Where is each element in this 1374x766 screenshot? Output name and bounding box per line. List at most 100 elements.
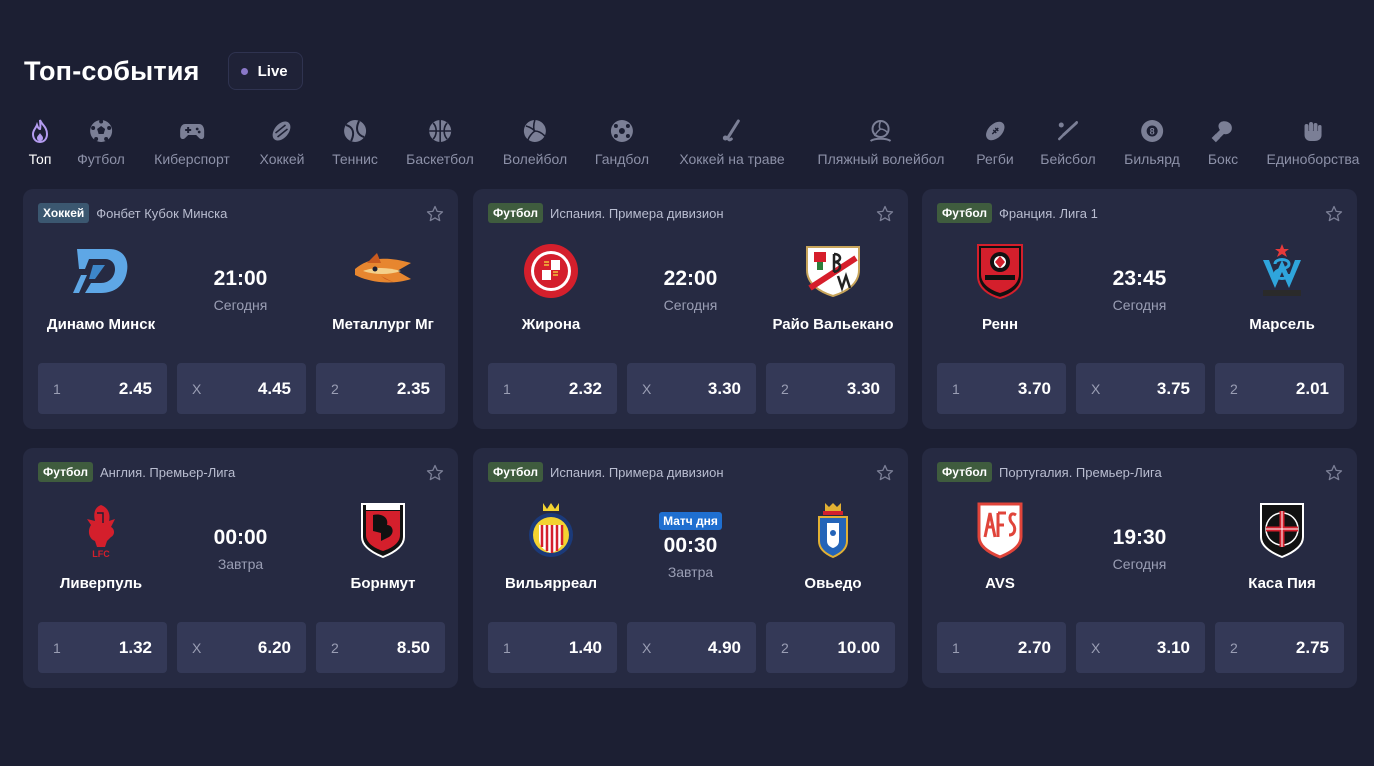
event-card[interactable]: Хоккей Фонбет Кубок Минска Динамо Минск …	[23, 189, 458, 429]
odd-draw-button[interactable]: X 3.30	[627, 363, 756, 414]
away-team[interactable]: Овьедо	[753, 500, 913, 592]
bournemouth-logo	[353, 500, 413, 560]
star-icon[interactable]	[1325, 205, 1343, 223]
league-name: Испания. Примера дивизион	[550, 464, 724, 480]
handball-icon	[609, 118, 635, 144]
odds-row: 1 2.32 X 3.30 2 3.30	[488, 363, 895, 414]
tab-boxing[interactable]: Бокс	[1208, 118, 1238, 167]
odd-label: 2	[1230, 380, 1238, 397]
tab-top[interactable]: Топ	[27, 118, 53, 167]
star-icon[interactable]	[1325, 464, 1343, 482]
odd-away-button[interactable]: 2 8.50	[316, 622, 445, 673]
odds-row: 1 1.32 X 6.20 2 8.50	[38, 622, 445, 673]
tab-field-hockey[interactable]: Хоккей на траве	[679, 118, 785, 167]
tab-label: Бильярд	[1124, 151, 1180, 167]
tab-volleyball[interactable]: Волейбол	[503, 118, 567, 167]
flame-icon	[27, 118, 53, 144]
team-name: Динамо Минск	[46, 316, 156, 333]
away-team[interactable]: Борнмут	[303, 500, 463, 592]
odd-label: X	[192, 639, 202, 656]
billiard-ball-icon: 8	[1139, 118, 1165, 144]
odd-draw-button[interactable]: X 4.45	[177, 363, 306, 414]
match-of-day-badge: Матч дня	[659, 512, 722, 530]
tab-label: Баскетбол	[406, 151, 474, 167]
tab-billiards[interactable]: 8 Бильярд	[1124, 118, 1180, 167]
tab-beach-volleyball[interactable]: Пляжный волейбол	[818, 118, 944, 167]
tab-label: Футбол	[77, 151, 125, 167]
odd-draw-button[interactable]: X 4.90	[627, 622, 756, 673]
away-team[interactable]: Металлург Мг	[303, 241, 463, 333]
live-button[interactable]: Live	[227, 52, 303, 90]
tab-label: Волейбол	[502, 151, 568, 167]
odd-home-button[interactable]: 1 1.40	[488, 622, 617, 673]
odd-value: 2.70	[1017, 637, 1051, 657]
odd-away-button[interactable]: 2 2.01	[1215, 363, 1344, 414]
odd-away-button[interactable]: 2 3.30	[766, 363, 895, 414]
tennis-ball-icon	[342, 118, 368, 144]
tab-football[interactable]: Футбол	[77, 118, 125, 167]
odd-draw-button[interactable]: X 6.20	[177, 622, 306, 673]
star-icon[interactable]	[876, 464, 894, 482]
odd-label: 2	[781, 380, 789, 397]
odd-away-button[interactable]: 2 10.00	[766, 622, 895, 673]
odd-label: X	[192, 380, 202, 397]
tab-martial-arts[interactable]: Единоборства	[1266, 118, 1360, 167]
odd-draw-button[interactable]: X 3.10	[1076, 622, 1205, 673]
team-name: Ливерпуль	[59, 575, 143, 592]
tab-label: Бейсбол	[1040, 151, 1096, 167]
odd-away-button[interactable]: 2 2.75	[1215, 622, 1344, 673]
team-name: Жирона	[521, 316, 581, 333]
rugby-ball-icon	[982, 118, 1008, 144]
star-icon[interactable]	[426, 464, 444, 482]
event-card[interactable]: Футбол Испания. Примера дивизион Жирона …	[473, 189, 908, 429]
odd-home-button[interactable]: 1 3.70	[937, 363, 1066, 414]
away-team[interactable]: Марсель	[1202, 241, 1362, 333]
odd-home-button[interactable]: 1 2.70	[937, 622, 1066, 673]
odd-value: 4.90	[707, 637, 741, 657]
odd-home-button[interactable]: 1 2.45	[38, 363, 167, 414]
tab-label: Топ	[28, 151, 52, 167]
tab-label: Единоборства	[1266, 151, 1360, 167]
tab-label: Регби	[976, 151, 1014, 167]
star-icon[interactable]	[876, 205, 894, 223]
sport-tabs: Топ Футбол Киберспорт Хоккей Теннис Баск…	[0, 118, 1374, 170]
odd-draw-button[interactable]: X 3.75	[1076, 363, 1205, 414]
tab-rugby[interactable]: Регби	[976, 118, 1014, 167]
odd-value: 8.50	[396, 637, 430, 657]
fist-icon	[1300, 118, 1326, 144]
tab-hockey[interactable]: Хоккей	[260, 118, 304, 167]
event-card[interactable]: Футбол Франция. Лига 1 Ренн 23:45 Сегодн…	[922, 189, 1357, 429]
odds-row: 1 1.40 X 4.90 2 10.00	[488, 622, 895, 673]
soccer-ball-icon	[88, 118, 114, 144]
league-name: Испания. Примера дивизион	[550, 205, 724, 221]
tab-handball[interactable]: Гандбол	[595, 118, 649, 167]
hockey-puck-icon	[269, 118, 295, 144]
odd-label: 1	[53, 639, 61, 656]
odd-label: 2	[781, 639, 789, 656]
odd-value: 3.30	[707, 378, 741, 398]
event-card[interactable]: Футбол Португалия. Премьер-Лига AVS 19:3…	[922, 448, 1357, 688]
tab-basketball[interactable]: Баскетбол	[406, 118, 474, 167]
tab-label: Теннис	[332, 151, 378, 167]
odd-away-button[interactable]: 2 2.35	[316, 363, 445, 414]
sport-badge: Футбол	[488, 203, 544, 223]
odd-home-button[interactable]: 1 1.32	[38, 622, 167, 673]
away-team[interactable]: Райо Вальекано	[753, 241, 913, 333]
league-name: Португалия. Премьер-Лига	[999, 464, 1162, 480]
live-dot-icon	[240, 67, 248, 75]
tab-tennis[interactable]: Теннис	[332, 118, 378, 167]
odd-value: 4.45	[257, 378, 291, 398]
boxing-glove-icon	[1210, 118, 1236, 144]
star-icon[interactable]	[426, 205, 444, 223]
tab-baseball[interactable]: Бейсбол	[1040, 118, 1096, 167]
baseball-bat-icon	[1055, 118, 1081, 144]
tab-esports[interactable]: Киберспорт	[154, 118, 230, 167]
odds-row: 1 2.70 X 3.10 2 2.75	[937, 622, 1344, 673]
team-name: Борнмут	[350, 575, 416, 592]
team-name: Марсель	[1249, 316, 1315, 333]
odd-home-button[interactable]: 1 2.32	[488, 363, 617, 414]
event-card[interactable]: Футбол Англия. Премьер-Лига LFC Ливерпул…	[23, 448, 458, 688]
live-label: Live	[257, 62, 288, 80]
event-card[interactable]: Футбол Испания. Примера дивизион Вильярр…	[473, 448, 908, 688]
away-team[interactable]: Каса Пия	[1202, 500, 1362, 592]
